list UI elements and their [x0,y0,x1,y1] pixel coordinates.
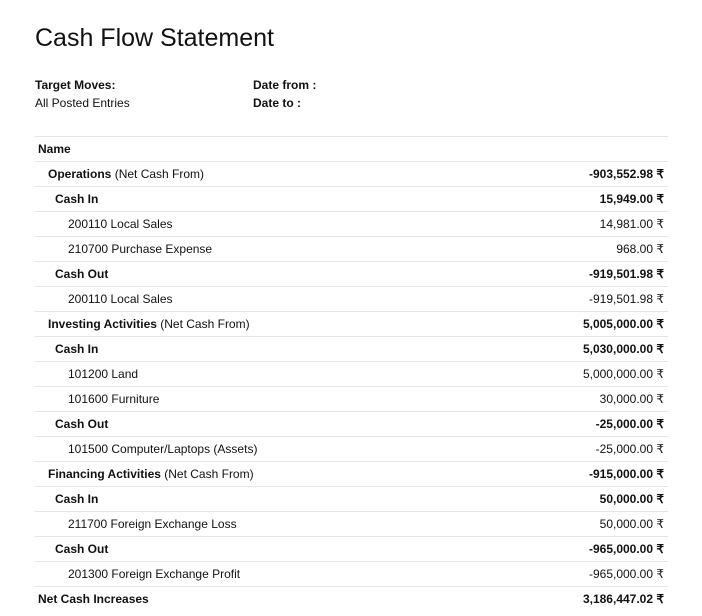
row-name-cell: Investing Activities (Net Cash From) [35,311,493,337]
row-amount: 5,030,000.00 ₹ [492,336,668,362]
row-name-bold: Operations [48,167,112,181]
row-amount: 5,000,000.00 ₹ [492,361,668,387]
page-title: Cash Flow Statement [35,24,274,52]
row-name-cell: Operations (Net Cash From) [35,161,493,187]
row-name-bold: Net Cash Increases [38,592,149,606]
date-to-label: Date to : [253,96,301,110]
row-name-text: (Net Cash From) [111,167,205,181]
row-name-text: 101500 Computer/Laptops (Assets) [68,442,258,456]
row-name-cell: Cash In [35,336,493,362]
name-column-header: Name [35,136,493,162]
row-amount: 5,005,000.00 ₹ [492,311,668,337]
row-amount: 14,981.00 ₹ [492,211,668,237]
row-name-cell: Cash Out [35,536,493,562]
row-name-text: 211700 Foreign Exchange Loss [68,517,237,531]
table-row: Cash In 50,000.00 ₹ [35,486,668,512]
row-name-text: 210700 Purchase Expense [68,242,213,256]
row-name-cell: 101500 Computer/Laptops (Assets) [35,436,493,462]
row-name-bold: Cash Out [55,267,109,281]
date-filter: Date from : Date to : [253,77,316,113]
row-name-cell: 200110 Local Sales [35,211,493,237]
row-name-cell: 200110 Local Sales [35,286,493,312]
table-row: Investing Activities (Net Cash From) 5,00… [35,311,668,337]
row-amount: -965,000.00 ₹ [492,561,668,587]
table-row: 101500 Computer/Laptops (Assets) -25,000.… [35,436,668,462]
row-name-text: (Net Cash From) [156,317,250,331]
target-moves-value: All Posted Entries [35,96,130,110]
table-row: Financing Activities (Net Cash From) -915… [35,461,668,487]
row-name-text: 200110 Local Sales [68,217,173,231]
row-name-text: 201300 Foreign Exchange Profit [68,567,241,581]
table-row: Cash Out -919,501.98 ₹ [35,261,668,287]
table-row: 211700 Foreign Exchange Loss 50,000.00 ₹ [35,511,668,537]
row-amount: -915,000.00 ₹ [492,461,668,487]
amount-column-header [492,136,668,162]
row-amount: 50,000.00 ₹ [492,486,668,512]
row-name-cell: Financing Activities (Net Cash From) [35,461,493,487]
row-amount: 50,000.00 ₹ [492,511,668,537]
row-amount: -919,501.98 ₹ [492,261,668,287]
row-amount: 968.00 ₹ [492,236,668,262]
row-name-bold: Cash In [55,492,99,506]
target-moves-label: Target Moves: [35,78,116,92]
table-row: 101200 Land 5,000,000.00 ₹ [35,361,668,387]
row-name-bold: Cash Out [55,417,109,431]
row-name-bold: Cash In [55,192,99,206]
row-name-cell: 210700 Purchase Expense [35,236,493,262]
row-name-cell: 211700 Foreign Exchange Loss [35,511,493,537]
table-row: 101600 Furniture 30,000.00 ₹ [35,386,668,412]
table-row: Cash Out -25,000.00 ₹ [35,411,668,437]
row-name-cell: 101600 Furniture [35,386,493,412]
date-from-label: Date from : [253,78,317,92]
row-name-text: 200110 Local Sales [68,292,173,306]
row-name-text: (Net Cash From) [160,467,254,481]
row-amount: 3,186,447.02 ₹ [492,586,668,611]
row-name-cell: Cash Out [35,261,493,287]
row-name-cell: Net Cash Increases [35,586,493,611]
row-name-cell: 101200 Land [35,361,493,387]
target-moves-filter: Target Moves: All Posted Entries [35,77,130,113]
row-amount: -903,552.98 ₹ [492,161,668,187]
table-row: Operations (Net Cash From) -903,552.98 ₹ [35,161,668,187]
row-amount: 15,949.00 ₹ [492,186,668,212]
cash-flow-table: Name Operations (Net Cash From) -903,552.… [35,136,668,611]
row-amount: -965,000.00 ₹ [492,536,668,562]
row-name-text: 101200 Land [68,367,139,381]
row-name-cell: Cash In [35,186,493,212]
row-name-cell: 201300 Foreign Exchange Profit [35,561,493,587]
table-row: 201300 Foreign Exchange Profit -965,000.0… [35,561,668,587]
table-header-row: Name [35,136,668,162]
table-row: Cash In 15,949.00 ₹ [35,186,668,212]
row-name-bold: Financing Activities [48,467,161,481]
row-name-bold: Cash Out [55,542,109,556]
row-amount: -919,501.98 ₹ [492,286,668,312]
row-name-cell: Cash Out [35,411,493,437]
table-row: 200110 Local Sales 14,981.00 ₹ [35,211,668,237]
table-row: Cash Out -965,000.00 ₹ [35,536,668,562]
row-name-text: 101600 Furniture [68,392,160,406]
row-name-bold: Cash In [55,342,99,356]
table-row: 210700 Purchase Expense 968.00 ₹ [35,236,668,262]
table-row: 200110 Local Sales -919,501.98 ₹ [35,286,668,312]
row-amount: -25,000.00 ₹ [492,411,668,437]
row-name-bold: Investing Activities [48,317,157,331]
total-row: Net Cash Increases 3,186,447.02 ₹ [35,586,668,611]
table-row: Cash In 5,030,000.00 ₹ [35,336,668,362]
row-amount: 30,000.00 ₹ [492,386,668,412]
row-amount: -25,000.00 ₹ [492,436,668,462]
row-name-cell: Cash In [35,486,493,512]
